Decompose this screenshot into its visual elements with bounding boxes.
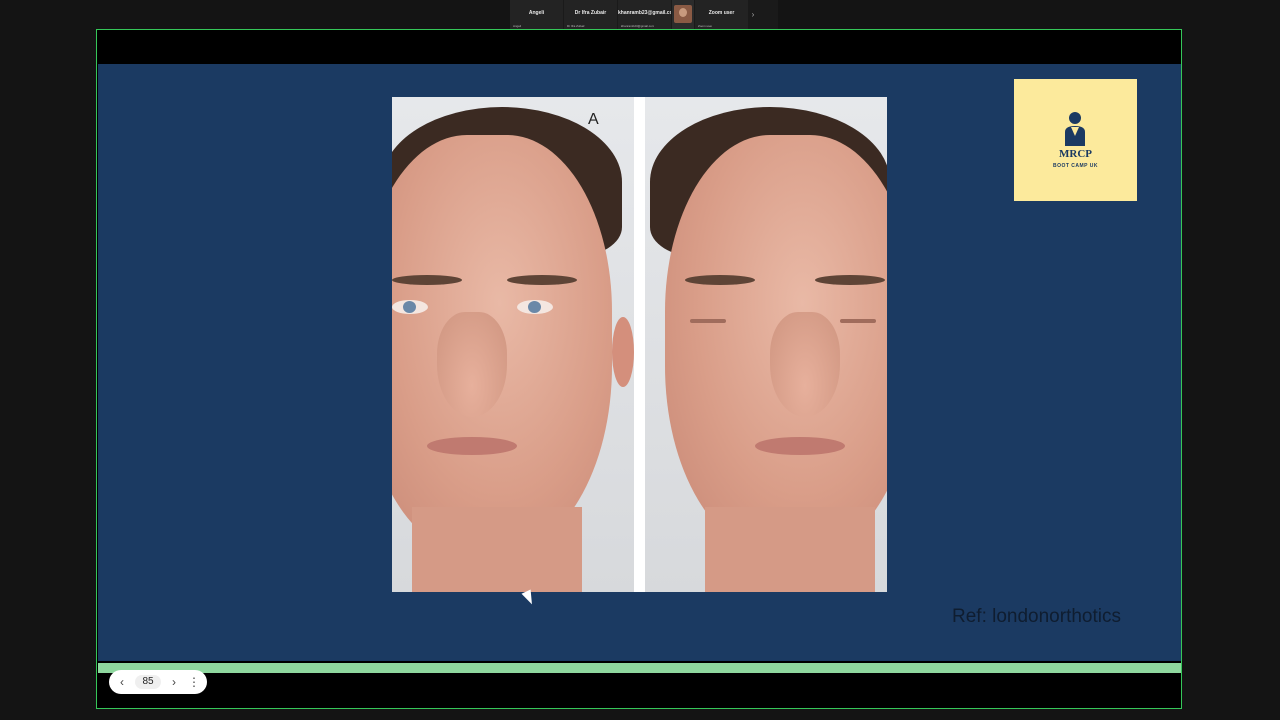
- reference-text: Ref: londonorthotics: [952, 606, 1121, 627]
- neck: [412, 507, 582, 592]
- participant-label: Angeli: [513, 24, 522, 28]
- patient-photo: A: [392, 97, 887, 592]
- photo-panel-eyes-open: A: [392, 97, 634, 592]
- eye: [840, 319, 876, 323]
- chevron-right-icon[interactable]: ›: [749, 0, 757, 30]
- participant-label: khanramb23@gmail.com: [621, 24, 655, 28]
- participant-video-tile[interactable]: [672, 0, 694, 30]
- ear: [612, 317, 634, 387]
- participant-tile[interactable]: Angeli Angeli: [510, 0, 563, 30]
- panel-label: A: [588, 111, 599, 128]
- participant-tile[interactable]: Dr Ifra Zubair Dr Ifra Zubair: [564, 0, 617, 30]
- eye: [690, 319, 726, 323]
- eyebrow: [685, 275, 755, 285]
- participant-name: Angeli: [528, 10, 545, 16]
- more-options-icon[interactable]: ⋮: [187, 675, 201, 689]
- iris: [528, 301, 541, 313]
- participant-name: khanramb23@gmail.com: [618, 10, 671, 16]
- participant-label: Zoom user: [698, 24, 713, 28]
- neck: [705, 507, 875, 592]
- participants-strip: Angeli Angeli Dr Ifra Zubair Dr Ifra Zub…: [510, 0, 778, 30]
- page-number[interactable]: 85: [135, 675, 161, 689]
- eyebrow: [392, 275, 462, 285]
- slide-navigator: ‹ 85 › ⋮: [109, 670, 207, 694]
- doctor-icon: [1065, 112, 1085, 146]
- participant-tile[interactable]: Zoom user Zoom user: [695, 0, 748, 30]
- lips: [755, 437, 845, 455]
- iris: [403, 301, 416, 313]
- mrcp-logo: MRCP BOOT CAMP UK: [1014, 79, 1137, 201]
- logo-subtitle: BOOT CAMP UK: [1052, 163, 1099, 169]
- nose: [770, 312, 840, 417]
- participant-name: Dr Ifra Zubair: [574, 10, 607, 16]
- eye: [517, 300, 553, 314]
- presentation-bottom-bar: [98, 673, 1181, 708]
- eyebrow: [815, 275, 885, 285]
- photo-panel-eyes-closed: [645, 97, 887, 592]
- participant-tile[interactable]: khanramb23@gmail.com khanramb23@gmail.co…: [618, 0, 671, 30]
- next-slide-button[interactable]: ›: [161, 675, 187, 689]
- photo-divider: [634, 97, 645, 592]
- presentation-slide: A MRCP BOOT CAMP UK Ref: londonorthotics: [98, 64, 1181, 661]
- logo-title: MRCP: [1059, 148, 1092, 160]
- shared-screen: A MRCP BOOT CAMP UK Ref: londonorthotics: [96, 29, 1182, 709]
- previous-slide-button[interactable]: ‹: [109, 675, 135, 689]
- participant-label: Dr Ifra Zubair: [567, 24, 585, 28]
- slide-progress-bar: [98, 663, 1181, 673]
- nose: [437, 312, 507, 417]
- participant-avatar: [674, 5, 692, 23]
- lips: [427, 437, 517, 455]
- eye: [392, 300, 428, 314]
- participant-name: Zoom user: [708, 10, 735, 16]
- eyebrow: [507, 275, 577, 285]
